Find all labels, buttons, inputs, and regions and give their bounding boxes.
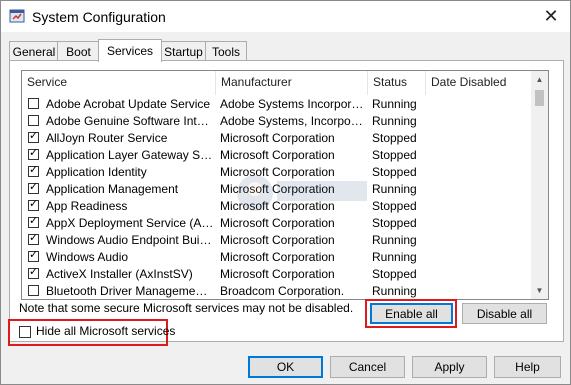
service-status: Running <box>372 233 417 247</box>
hide-microsoft-services-checkbox[interactable] <box>19 326 31 338</box>
service-status: Stopped <box>372 148 417 162</box>
service-manufacturer: Broadcom Corporation. <box>220 284 345 298</box>
scroll-up-arrow-icon[interactable]: ▲ <box>531 71 548 88</box>
service-name: AllJoyn Router Service <box>46 131 168 145</box>
system-configuration-window: System Configuration ✕ General Boot Serv… <box>0 0 571 385</box>
table-row[interactable]: App Readiness Microsoft Corporation Stoppe… <box>22 197 532 215</box>
window-title: System Configuration <box>32 9 166 25</box>
tab-services[interactable]: Services <box>98 39 162 62</box>
services-panel: Service Manufacturer Status Date Disable… <box>9 60 564 342</box>
column-header-status[interactable]: Status <box>368 71 426 95</box>
hide-microsoft-services-label[interactable]: Hide all Microsoft services <box>36 324 175 338</box>
help-button[interactable]: Help <box>494 356 561 378</box>
table-row[interactable]: Application Layer Gateway Service Microso… <box>22 146 532 164</box>
table-row[interactable]: AppX Deployment Service (AppX... Microsof… <box>22 214 532 232</box>
service-status: Stopped <box>372 131 417 145</box>
service-manufacturer: Microsoft Corporation <box>220 199 335 213</box>
msconfig-icon <box>9 9 25 23</box>
service-checkbox[interactable] <box>28 197 39 212</box>
service-checkbox[interactable] <box>28 285 39 296</box>
service-status: Stopped <box>372 165 417 179</box>
service-name: Application Layer Gateway Service <box>46 148 214 162</box>
cancel-button[interactable]: Cancel <box>330 356 405 378</box>
service-status: Stopped <box>372 199 417 213</box>
service-name: Application Management <box>46 182 179 196</box>
tab-general[interactable]: General <box>9 41 59 61</box>
service-manufacturer: Adobe Systems Incorporated <box>220 97 365 111</box>
service-rows: Adobe Acrobat Update Service Adobe System… <box>22 96 532 299</box>
service-checkbox[interactable] <box>28 180 39 195</box>
service-manufacturer: Microsoft Corporation <box>220 165 335 179</box>
service-manufacturer: Microsoft Corporation <box>220 182 335 196</box>
service-name: Windows Audio <box>46 250 129 264</box>
scroll-thumb[interactable] <box>535 90 544 106</box>
service-checkbox[interactable] <box>28 146 39 161</box>
table-row[interactable]: ActiveX Installer (AxInstSV) Microsoft Co… <box>22 265 532 283</box>
service-name: ActiveX Installer (AxInstSV) <box>46 267 193 281</box>
service-name: App Readiness <box>46 199 128 213</box>
service-manufacturer: Microsoft Corporation <box>220 148 335 162</box>
service-status: Running <box>372 284 417 298</box>
title-bar: System Configuration ✕ <box>1 1 570 32</box>
service-checkbox[interactable] <box>28 115 39 126</box>
service-name: Bluetooth Driver Management S... <box>46 284 214 298</box>
table-row[interactable]: Adobe Genuine Software Integri... Adobe S… <box>22 113 532 130</box>
ok-button[interactable]: OK <box>248 356 323 378</box>
table-row[interactable]: AllJoyn Router Service Microsoft Corporat… <box>22 129 532 147</box>
service-manufacturer: Microsoft Corporation <box>220 250 335 264</box>
tab-tools[interactable]: Tools <box>205 41 247 61</box>
service-manufacturer: Microsoft Corporation <box>220 131 335 145</box>
apply-button[interactable]: Apply <box>412 356 487 378</box>
table-row[interactable]: Adobe Acrobat Update Service Adobe System… <box>22 96 532 113</box>
enable-all-button[interactable]: Enable all <box>370 303 453 324</box>
column-header-service[interactable]: Service <box>22 71 216 95</box>
service-checkbox[interactable] <box>28 163 39 178</box>
service-manufacturer: Microsoft Corporation <box>220 233 335 247</box>
service-name: Application Identity <box>46 165 147 179</box>
vertical-scrollbar[interactable]: ▲ ▼ <box>531 71 548 299</box>
service-status: Running <box>372 250 417 264</box>
table-row[interactable]: Windows Audio Microsoft Corporation Runnin… <box>22 248 532 266</box>
service-status: Running <box>372 97 417 111</box>
service-checkbox[interactable] <box>28 129 39 144</box>
table-row[interactable]: Application Identity Microsoft Corporatio… <box>22 163 532 181</box>
service-checkbox[interactable] <box>28 248 39 263</box>
services-list[interactable]: Service Manufacturer Status Date Disable… <box>21 70 549 300</box>
scroll-down-arrow-icon[interactable]: ▼ <box>531 282 548 299</box>
tab-startup[interactable]: Startup <box>160 41 207 61</box>
column-header-manufacturer[interactable]: Manufacturer <box>216 71 368 95</box>
service-name: Adobe Acrobat Update Service <box>46 97 211 111</box>
service-status: Stopped <box>372 216 417 230</box>
service-status: Running <box>372 114 417 128</box>
service-name: Adobe Genuine Software Integri... <box>46 114 214 128</box>
service-status: Running <box>372 182 417 196</box>
service-manufacturer: Adobe Systems, Incorpora... <box>220 114 365 128</box>
table-row[interactable]: Windows Audio Endpoint Builder Microsoft … <box>22 231 532 249</box>
tab-boot[interactable]: Boot <box>57 41 100 61</box>
table-row[interactable]: Application Management Microsoft Corporat… <box>22 180 532 198</box>
service-manufacturer: Microsoft Corporation <box>220 216 335 230</box>
service-name: AppX Deployment Service (AppX... <box>46 216 214 230</box>
secure-services-note: Note that some secure Microsoft services… <box>19 301 354 315</box>
service-checkbox[interactable] <box>28 214 39 229</box>
column-header-date-disabled[interactable]: Date Disabled <box>426 71 532 95</box>
table-row[interactable]: Bluetooth Driver Management S... Broadcom… <box>22 283 532 299</box>
close-icon[interactable]: ✕ <box>532 1 570 32</box>
service-status: Stopped <box>372 267 417 281</box>
column-header-row: Service Manufacturer Status Date Disable… <box>22 71 532 95</box>
disable-all-button[interactable]: Disable all <box>462 303 547 324</box>
service-checkbox[interactable] <box>28 98 39 109</box>
service-name: Windows Audio Endpoint Builder <box>46 233 214 247</box>
service-manufacturer: Microsoft Corporation <box>220 267 335 281</box>
service-checkbox[interactable] <box>28 231 39 246</box>
service-checkbox[interactable] <box>28 265 39 280</box>
